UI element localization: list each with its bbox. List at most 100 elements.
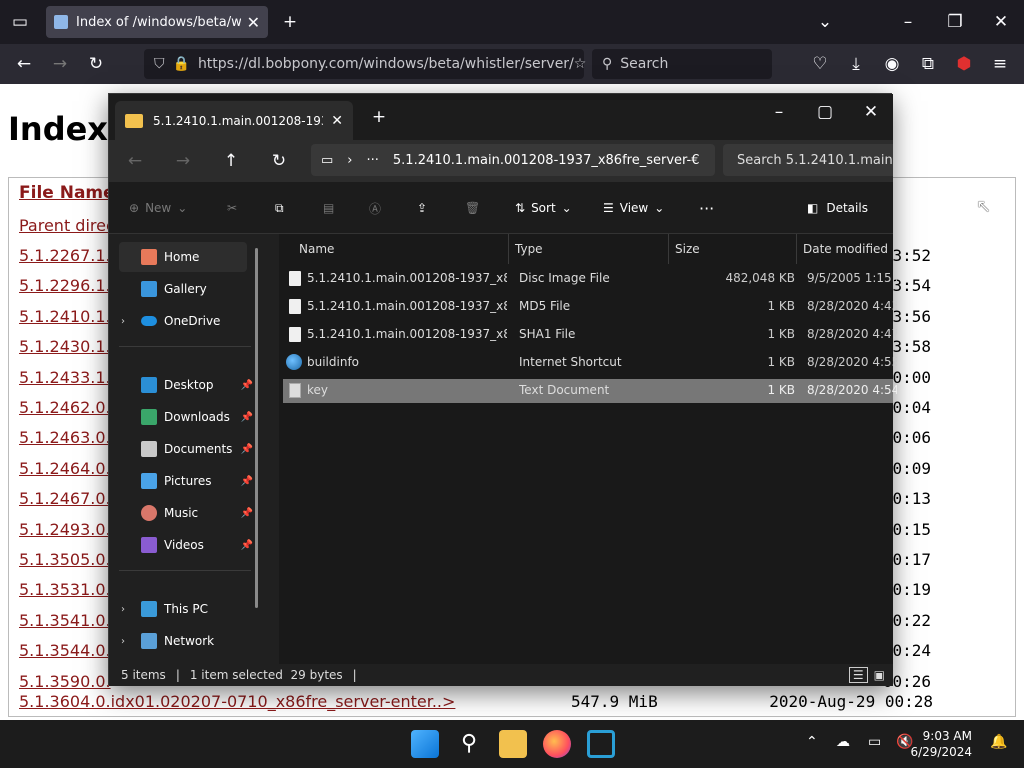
new-tab-icon[interactable]: + xyxy=(280,12,300,32)
listing-link[interactable]: 5.1.3590.0. xyxy=(19,672,111,691)
file-row[interactable]: buildinfo Internet Shortcut 1 KB 8/28/2020 … xyxy=(283,351,897,375)
details-button[interactable]: ◧ Details xyxy=(807,182,868,234)
sidebar-item-pictures[interactable]: Pictures 📌 xyxy=(119,466,253,496)
chevron-right-icon[interactable]: › xyxy=(121,604,125,615)
delete-icon[interactable]: 🗑 xyxy=(465,182,480,234)
ublock-icon[interactable]: ⬢ xyxy=(954,54,974,74)
file-row[interactable]: 5.1.2410.1.main.001208-1937_x86fre... Dis… xyxy=(283,267,897,291)
close-tab-icon[interactable]: ✕ xyxy=(331,113,343,129)
explorer-tab[interactable]: 5.1.2410.1.main.001208-1937_xl ✕ xyxy=(115,101,353,140)
address-bar[interactable]: ▭ › ··· 5.1.2410.1.main.001208-1937_x86f… xyxy=(311,144,715,176)
sidebar-scrollbar[interactable] xyxy=(255,248,258,608)
chevron-right-icon[interactable]: › xyxy=(121,636,125,647)
start-icon[interactable] xyxy=(411,730,439,758)
chevron-right-icon[interactable]: › xyxy=(347,153,352,168)
share-icon[interactable]: ⇪ xyxy=(417,182,427,234)
listing-link[interactable]: 5.1.2410.1. xyxy=(19,307,111,326)
firefox-icon[interactable] xyxy=(543,730,571,758)
list-all-tabs-icon[interactable]: ⌄ xyxy=(815,12,835,32)
listing-link[interactable]: 5.1.2267.1. xyxy=(19,246,111,265)
listing-link[interactable]: 5.1.3505.0. xyxy=(19,550,111,569)
details-view-icon[interactable]: ☰ xyxy=(848,667,868,683)
listing-link[interactable]: 5.1.3531.0. xyxy=(19,580,111,599)
close-window-icon[interactable]: ✕ xyxy=(991,12,1011,32)
restore-icon[interactable]: ❐ xyxy=(945,12,965,32)
cut-icon[interactable]: ✂ xyxy=(227,182,237,234)
column-type[interactable]: Type xyxy=(509,234,669,264)
close-tab-icon[interactable]: ✕ xyxy=(247,13,260,32)
sidebar-item-videos[interactable]: Videos 📌 xyxy=(119,530,253,560)
forward-icon[interactable]: → xyxy=(50,54,70,74)
paste-icon[interactable]: ▤ xyxy=(323,182,334,234)
browser-tab[interactable]: Index of /windows/beta/whistler/server/ … xyxy=(46,6,268,38)
lock-icon[interactable]: 🔒 xyxy=(173,56,190,72)
account-icon[interactable]: ◉ xyxy=(882,54,902,74)
maximize-icon[interactable]: ▢ xyxy=(815,102,835,122)
chevron-right-icon[interactable]: › xyxy=(121,316,125,327)
refresh-icon[interactable]: ↻ xyxy=(269,151,289,171)
file-explorer-icon[interactable] xyxy=(499,730,527,758)
network-icon[interactable]: ▭ xyxy=(868,734,881,750)
listing-link[interactable]: 5.1.2493.0. xyxy=(19,520,111,539)
browser-search-box[interactable]: ⚲ Search xyxy=(592,49,772,79)
listing-link[interactable]: 5.1.2464.0. xyxy=(19,459,111,478)
sidebar-item-music[interactable]: Music 📌 xyxy=(119,498,253,528)
sort-button[interactable]: ⇅ Sort ⌄ xyxy=(515,182,572,234)
listing-link[interactable]: 5.1.2296.1. xyxy=(19,276,111,295)
forward-icon[interactable]: → xyxy=(173,151,193,171)
overflow-icon[interactable]: ··· xyxy=(367,153,379,168)
minimize-icon[interactable]: – xyxy=(898,12,918,32)
minimize-icon[interactable]: – xyxy=(769,102,789,122)
close-window-icon[interactable]: ✕ xyxy=(861,102,881,122)
tab-list-icon[interactable]: ▭ xyxy=(10,12,30,32)
clock[interactable]: 9:03 AM 6/29/2024 xyxy=(910,728,972,760)
listing-link[interactable]: 5.1.3604.0.idx01.020207-0710_x86fre_serv… xyxy=(19,692,455,711)
extensions-icon[interactable]: ⧉ xyxy=(918,54,938,74)
shield-icon[interactable]: ⛉ xyxy=(154,56,165,72)
sidebar-item-home[interactable]: Home xyxy=(119,242,247,272)
downloads-icon[interactable]: ⤓ xyxy=(846,54,866,74)
show-hidden-icons-icon[interactable]: ⌃ xyxy=(806,734,818,750)
column-size[interactable]: Size xyxy=(669,234,797,264)
column-name[interactable]: Name xyxy=(279,234,509,264)
file-row[interactable]: 5.1.2410.1.main.001208-1937_x86fre... MD5… xyxy=(283,295,897,319)
tiles-view-icon[interactable]: ▣ xyxy=(874,668,885,682)
sidebar-item-downloads[interactable]: Downloads 📌 xyxy=(119,402,253,432)
new-button[interactable]: ⊕ New ⌄ xyxy=(129,182,187,234)
sidebar-item-onedrive[interactable]: › OneDrive xyxy=(119,306,247,336)
pocket-icon[interactable]: ♡ xyxy=(810,54,830,74)
remote-desktop-icon[interactable] xyxy=(587,730,615,758)
back-icon[interactable]: ← xyxy=(125,151,145,171)
column-file-name[interactable]: File Name xyxy=(19,183,115,203)
listing-link[interactable]: 5.1.3541.0. xyxy=(19,611,111,630)
up-icon[interactable]: ↑ xyxy=(221,151,241,171)
sidebar-item-documents[interactable]: Documents 📌 xyxy=(119,434,253,464)
url-bar[interactable]: ⛉ 🔒 https://dl.bobpony.com/windows/beta/… xyxy=(144,49,587,79)
cloud-offline-icon[interactable]: ☁ xyxy=(836,734,850,750)
back-icon[interactable]: ← xyxy=(14,54,34,74)
column-date-modified[interactable]: Date modified xyxy=(797,234,893,264)
file-row[interactable]: 5.1.2410.1.main.001208-1937_x86fre... SHA… xyxy=(283,323,897,347)
sidebar-item-desktop[interactable]: Desktop 📌 xyxy=(119,370,253,400)
sidebar-item-this-pc[interactable]: › This PC xyxy=(119,594,247,624)
sidebar-item-network[interactable]: › Network xyxy=(119,626,247,656)
search-icon[interactable]: ⚲ xyxy=(455,730,483,758)
rename-icon[interactable]: Ⓐ xyxy=(369,182,381,234)
more-options-icon[interactable]: ··· xyxy=(699,182,714,234)
listing-link[interactable]: 5.1.3544.0. xyxy=(19,641,111,660)
menu-icon[interactable]: ≡ xyxy=(990,54,1010,74)
sidebar-item-gallery[interactable]: Gallery xyxy=(119,274,247,304)
listing-link[interactable]: 5.1.2463.0. xyxy=(19,428,111,447)
file-row[interactable]: key Text Document 1 KB 8/28/2020 4:54 PM xyxy=(283,379,897,403)
parent-directory-link[interactable]: Parent direc xyxy=(19,216,115,235)
notification-bell-icon[interactable]: 🔔 xyxy=(990,734,1007,750)
listing-link[interactable]: 5.1.2430.1. xyxy=(19,337,111,356)
view-button[interactable]: ☰ View ⌄ xyxy=(603,182,664,234)
new-tab-icon[interactable]: + xyxy=(369,107,389,127)
explorer-search-box[interactable]: Search 5.1.2410.1.main.00 xyxy=(723,144,893,176)
bookmark-star-icon[interactable]: ☆ xyxy=(574,56,587,72)
listing-link[interactable]: 5.1.2462.0. xyxy=(19,398,111,417)
reload-icon[interactable]: ↻ xyxy=(86,54,106,74)
listing-link[interactable]: 5.1.2433.1. xyxy=(19,368,111,387)
copy-icon[interactable]: ⧉ xyxy=(275,182,284,234)
